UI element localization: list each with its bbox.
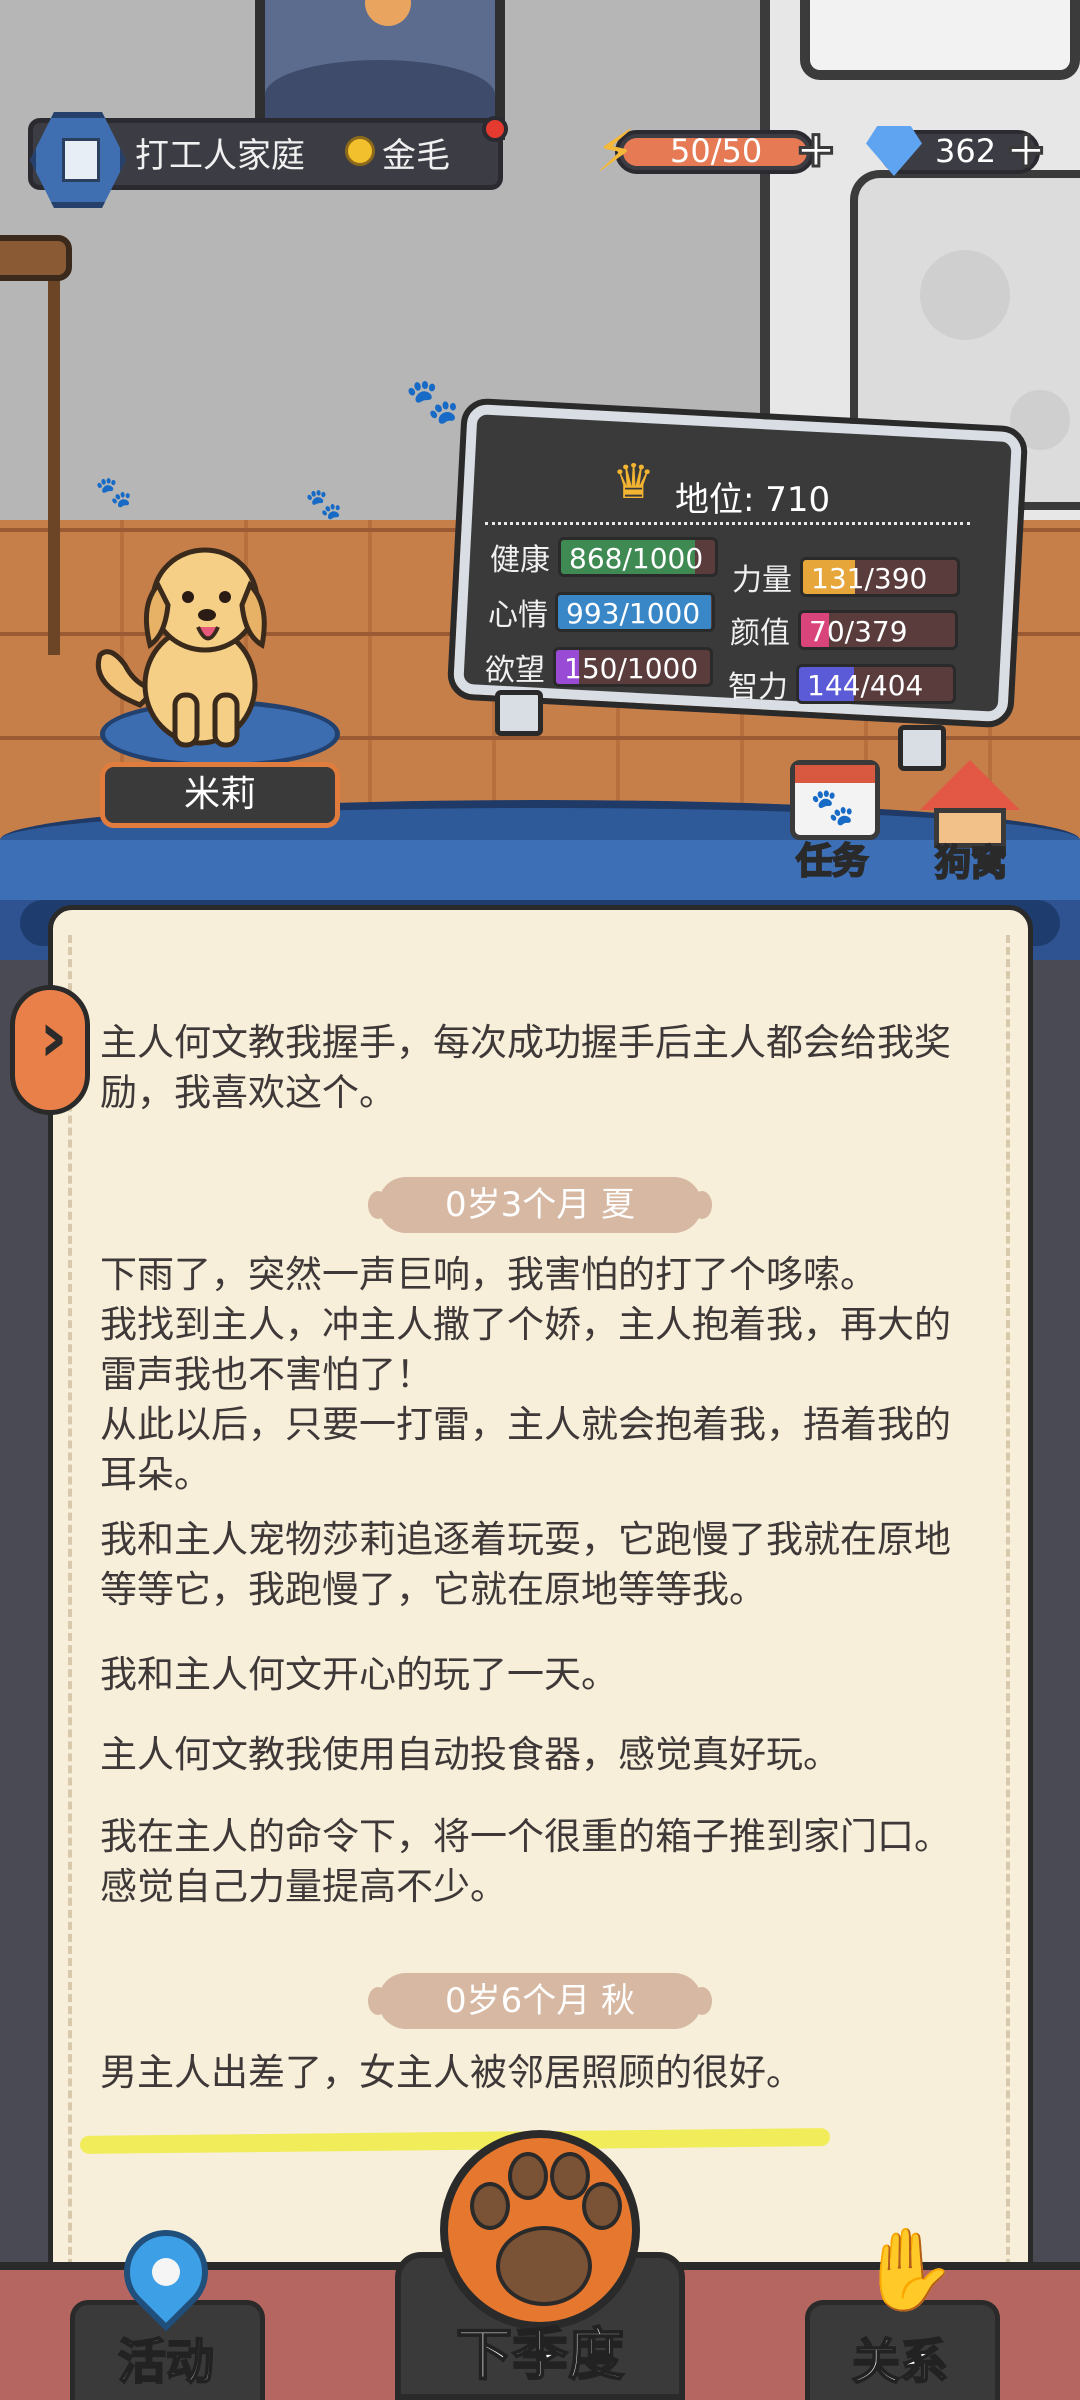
diary-entry: 主人何文教我使用自动投食器，感觉真好玩。 xyxy=(100,1733,840,1776)
handshake-icon[interactable]: ✋ xyxy=(857,2228,960,2320)
tab-relation-label[interactable]: 关系 xyxy=(851,2322,949,2392)
diary-entry: 我和主人宠物莎莉追逐着玩耍，它跑慢了我就在原地等等它，我跑慢了，它就在原地等等我… xyxy=(100,1518,951,1611)
stat-label-health: 健康 xyxy=(490,543,550,578)
paw-pad xyxy=(496,2226,592,2306)
task-label: 任务 xyxy=(795,840,869,883)
board-leg xyxy=(495,690,543,736)
lightning-icon: ⚡ xyxy=(595,117,636,185)
next-season-label[interactable]: 下季度 xyxy=(430,2310,650,2391)
diary-entry: 下雨了，突然一声巨响，我害怕的打了个哆嗦。 我找到主人，冲主人撒了个娇，主人抱着… xyxy=(100,1253,951,1496)
stat-value-strength: 131/390 xyxy=(811,562,928,595)
paw-toe xyxy=(470,2182,510,2230)
energy-value: 50/50 xyxy=(670,132,763,170)
stat-value-desire: 150/1000 xyxy=(564,652,699,685)
paw-print-icon: 🐾 xyxy=(95,475,133,510)
gem-value: 362 xyxy=(935,132,997,170)
board-divider xyxy=(485,522,970,528)
crown-icon: ♛ xyxy=(612,454,656,510)
paw-toe xyxy=(508,2152,548,2200)
chevron-right-icon: › xyxy=(39,996,68,1078)
stat-label-looks: 颜值 xyxy=(730,616,790,651)
stat-value-mood: 993/1000 xyxy=(566,597,701,630)
wall-decoration xyxy=(920,250,1010,340)
stool xyxy=(0,235,72,655)
tab-activity-label[interactable]: 活动 xyxy=(117,2322,215,2392)
paw-icon: 🐾 xyxy=(810,787,855,828)
paw-print-icon: 🐾 xyxy=(405,376,460,427)
painting-sun xyxy=(365,0,411,26)
paw-icon[interactable] xyxy=(440,2130,640,2330)
add-gem-button[interactable]: + xyxy=(1004,123,1049,176)
diary-entry: 主人何文教我握手，每次成功握手后主人都会给我奖励，我喜欢这个。 xyxy=(100,1021,951,1114)
diary-entry: 我和主人何文开心的玩了一天。 xyxy=(100,1653,618,1696)
expand-button[interactable]: › xyxy=(10,985,90,1115)
paw-print-icon: 🐾 xyxy=(305,487,343,522)
season-label: 0岁6个月 秋 xyxy=(368,1973,712,2029)
stat-bar-intelligence: 144/404 xyxy=(796,664,956,704)
stat-bar-looks: 70/379 xyxy=(798,610,958,650)
paper-border xyxy=(1006,935,1010,2315)
pet-name-plate[interactable]: 米莉 xyxy=(100,762,340,828)
paw-toe xyxy=(582,2182,622,2230)
wall-panel-trim xyxy=(800,0,1080,80)
building-shape xyxy=(62,138,100,182)
dog-avatar[interactable] xyxy=(80,535,310,750)
stat-value-intelligence: 144/404 xyxy=(807,669,924,702)
stat-label-mood: 心情 xyxy=(488,598,548,633)
diary-entry: 男主人出差了，女主人被邻居照顾的很好。 xyxy=(100,2051,803,2094)
season-label: 0岁3个月 夏 xyxy=(368,1177,712,1233)
family-name: 打工人家庭 xyxy=(135,136,305,176)
stat-bar-health: 868/1000 xyxy=(558,537,718,577)
stat-value-health: 868/1000 xyxy=(569,542,704,575)
medal-icon xyxy=(345,136,375,166)
stat-value-looks: 70/379 xyxy=(809,615,908,648)
stat-label-desire: 欲望 xyxy=(485,653,545,688)
stat-bar-strength: 131/390 xyxy=(800,557,960,597)
doghouse-icon xyxy=(920,760,1020,810)
paper-border xyxy=(68,935,72,2315)
wall-decoration xyxy=(1010,390,1070,450)
diary-entry: 我在主人的命令下，将一个很重的箱子推到家门口。 感觉自己力量提高不少。 xyxy=(100,1815,951,1908)
stat-bar-mood: 993/1000 xyxy=(555,592,715,632)
stat-bar-desire: 150/1000 xyxy=(553,647,713,687)
diary-frame-right xyxy=(1025,960,1080,2400)
stat-label-strength: 力量 xyxy=(732,563,792,598)
diary-frame-left xyxy=(0,960,55,2400)
rank-value: 地位: 710 xyxy=(675,480,831,520)
breed-name: 金毛 xyxy=(382,136,450,176)
kennel-label: 狗窝 xyxy=(934,842,1008,885)
notification-dot xyxy=(482,116,508,142)
add-energy-button[interactable]: + xyxy=(794,123,839,176)
stat-label-intelligence: 智力 xyxy=(728,670,788,705)
